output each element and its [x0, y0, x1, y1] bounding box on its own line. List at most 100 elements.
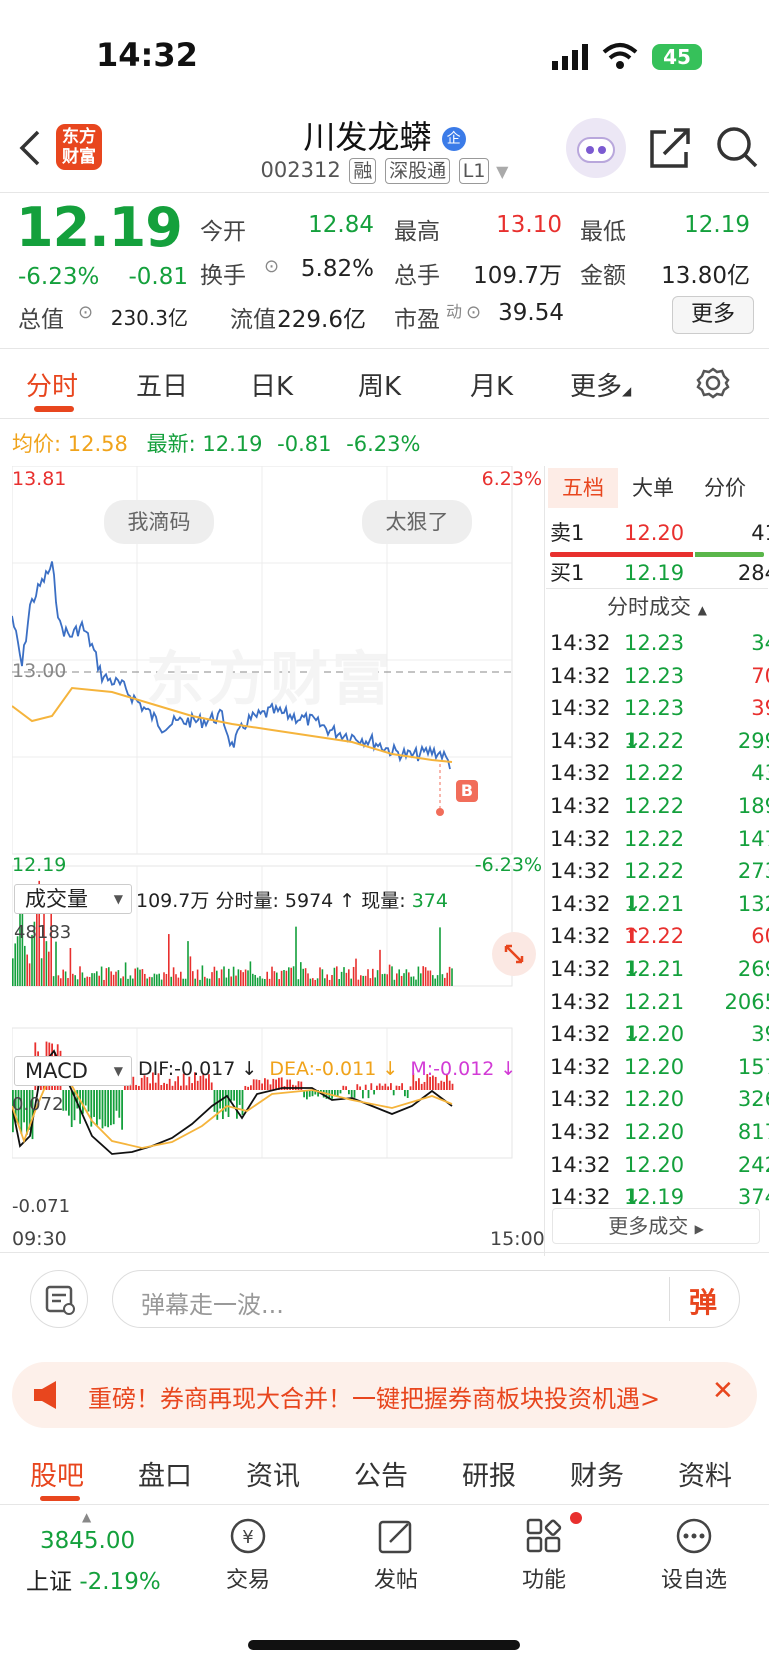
chart-watermark: 东方财富 — [146, 645, 395, 713]
megaphone-icon — [34, 1381, 56, 1409]
chevron-down-icon: ▼ — [496, 162, 509, 181]
intraday-chart[interactable] — [12, 466, 544, 1248]
tab-more[interactable]: 更多◢ — [570, 366, 631, 403]
robot-avatar-icon[interactable] — [566, 118, 626, 178]
info-icon[interactable]: ⊙ — [466, 302, 481, 323]
macd-bar — [154, 1082, 157, 1090]
trade-time: 14:32 — [550, 631, 611, 655]
volume-bar — [415, 979, 417, 986]
macd-bar — [342, 1085, 345, 1090]
more-trades-button[interactable]: 更多成交 ▶ — [552, 1208, 760, 1244]
trade-row: 14:3212.22147 — [550, 824, 769, 854]
tab-research[interactable]: 研报 — [462, 1454, 516, 1493]
macd-bar — [423, 1081, 426, 1090]
volume-bar — [405, 969, 408, 986]
tab-pankou[interactable]: 盘口 — [138, 1454, 192, 1493]
volume-bar — [52, 976, 55, 986]
danmu-chip[interactable]: 太狠了 — [362, 500, 472, 544]
tab-guba[interactable]: 股吧 — [30, 1454, 84, 1493]
volume-bar — [278, 979, 280, 986]
nav-trade[interactable]: ¥ 交易 — [198, 1516, 298, 1594]
volume-bar — [127, 978, 129, 986]
reference-price-label: 13.00 — [12, 660, 67, 682]
orderbook-tab-large[interactable]: 大单 — [632, 468, 674, 508]
promo-banner[interactable]: 重磅！券商再现大合并！一键把握券商板块投资机遇> ✕ — [12, 1362, 757, 1428]
share-icon[interactable] — [648, 126, 692, 174]
volume-bar — [360, 975, 362, 986]
index-widget[interactable]: ▲ 3845.00 上证 -2.19% — [20, 1510, 180, 1595]
tab-news[interactable]: 资讯 — [246, 1454, 300, 1493]
danmu-settings-icon[interactable] — [30, 1270, 88, 1328]
expand-icon[interactable] — [492, 932, 536, 976]
volume-bar — [108, 967, 110, 986]
danmu-input[interactable]: 弹幕走一波... 弹 — [112, 1270, 740, 1328]
volume-bar — [117, 970, 120, 986]
macd-bar — [401, 1083, 403, 1090]
volume-bar — [427, 970, 429, 986]
volume-bar — [256, 977, 259, 986]
trade-time: 14:32 — [550, 761, 611, 786]
volume-bar — [74, 975, 76, 986]
tab-profile[interactable]: 资料 — [678, 1454, 732, 1493]
close-icon[interactable]: ✕ — [712, 1376, 734, 1406]
tab-announcements[interactable]: 公告 — [354, 1454, 408, 1493]
info-icon[interactable]: ⊙ — [78, 302, 93, 323]
orderbook-tab-five[interactable]: 五档 — [548, 468, 618, 508]
more-quote-button[interactable]: 更多 — [672, 296, 754, 334]
macd-indicator-select[interactable]: MACD ▼ — [14, 1056, 132, 1086]
macd-bar — [269, 1084, 272, 1090]
trade-volume: 157 — [737, 1054, 769, 1079]
edit-icon — [378, 1520, 412, 1554]
volume-bar — [400, 975, 403, 986]
trade-volume: 132 — [737, 891, 769, 916]
tab-daily-k[interactable]: 日K — [250, 366, 293, 403]
tab-weekly-k[interactable]: 周K — [358, 366, 401, 403]
volume-bar — [40, 958, 43, 986]
macd-bar — [93, 1090, 95, 1117]
macd-bar — [345, 1086, 347, 1090]
macd-bar — [191, 1083, 193, 1090]
volume-bar — [88, 976, 91, 986]
volume-bar — [403, 973, 405, 986]
trade-yen-icon: ¥ — [230, 1518, 266, 1554]
volume-indicator-select[interactable]: 成交量 ▼ — [14, 884, 132, 914]
volume-bar — [297, 979, 300, 986]
danmu-send-icon[interactable]: 弹 — [689, 1281, 717, 1321]
trades-title[interactable]: 分时成交 ▲ — [546, 590, 768, 627]
nav-add-watchlist[interactable]: 设自选 — [644, 1516, 744, 1594]
more-dots-icon — [676, 1518, 712, 1554]
macd-bar — [135, 1084, 137, 1090]
volume-bar — [165, 973, 168, 986]
volume-bar — [285, 970, 288, 986]
quote-label-open: 今开 — [200, 219, 246, 245]
info-icon[interactable]: ⊙ — [264, 256, 279, 277]
search-icon[interactable] — [714, 124, 760, 174]
macd-bar — [163, 1082, 165, 1090]
nav-post[interactable]: 发帖 — [346, 1516, 446, 1594]
macd-bar — [241, 1090, 244, 1116]
quote-value-low: 12.19 — [684, 212, 750, 238]
volume-bar — [223, 966, 225, 986]
macd-bar — [364, 1084, 367, 1090]
tab-monthly-k[interactable]: 月K — [470, 366, 513, 403]
pct-axis-top: 6.23% — [481, 468, 542, 490]
macd-bar — [68, 1090, 70, 1116]
tab-finance[interactable]: 财务 — [570, 1454, 624, 1493]
home-indicator — [248, 1640, 520, 1650]
nav-functions[interactable]: 功能 — [494, 1512, 594, 1594]
volume-bar — [124, 962, 127, 986]
volume-bar — [110, 971, 112, 986]
tab-five-day[interactable]: 五日 — [136, 366, 188, 403]
volume-bar — [158, 973, 160, 986]
current-price: 12.19 — [16, 196, 183, 259]
signal-icon — [552, 44, 592, 74]
buy-marker[interactable]: B — [456, 780, 478, 802]
quote-label-pe: 市盈 — [394, 307, 440, 333]
orderbook-tab-price[interactable]: 分价 — [704, 468, 746, 508]
volume-bar — [264, 979, 266, 986]
settings-gear-icon[interactable] — [696, 366, 730, 404]
volume-bar — [288, 967, 290, 986]
volume-bar — [314, 979, 316, 986]
tab-intraday[interactable]: 分时 — [26, 366, 78, 403]
danmu-chip[interactable]: 我滴码 — [104, 500, 214, 544]
